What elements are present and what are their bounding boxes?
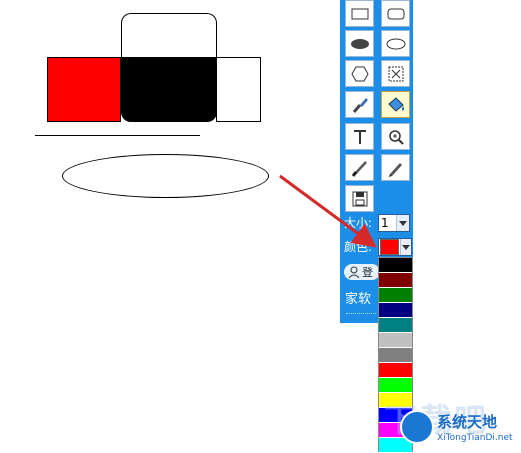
text-icon bbox=[353, 129, 366, 144]
size-select[interactable]: 1 bbox=[378, 214, 410, 232]
select-tool[interactable] bbox=[381, 60, 410, 87]
magnifier-icon bbox=[388, 129, 404, 145]
polygon-tool[interactable] bbox=[345, 60, 374, 87]
white-rectangle-shape bbox=[216, 57, 261, 122]
brush-icon bbox=[352, 97, 368, 113]
login-button[interactable]: 登 bbox=[344, 264, 380, 280]
red-rectangle-shape bbox=[47, 57, 121, 122]
text-tool[interactable] bbox=[345, 123, 374, 150]
pencil-tool[interactable] bbox=[381, 154, 410, 181]
ellipse-shape bbox=[62, 154, 269, 198]
paintbrush-icon bbox=[351, 160, 367, 177]
divider bbox=[346, 313, 376, 314]
paintbrush-tool[interactable] bbox=[345, 154, 374, 181]
rectangle-icon bbox=[351, 8, 368, 19]
color-option[interactable] bbox=[379, 318, 412, 333]
color-option[interactable] bbox=[379, 273, 412, 288]
line-shape bbox=[35, 135, 200, 136]
color-option[interactable] bbox=[379, 258, 412, 273]
paint-bucket-icon bbox=[387, 96, 404, 112]
color-option[interactable] bbox=[379, 363, 412, 378]
zoom-tool[interactable] bbox=[381, 123, 410, 150]
rectangle-tool[interactable] bbox=[345, 0, 374, 27]
current-color-swatch bbox=[380, 239, 399, 255]
chevron-down-icon bbox=[396, 215, 409, 231]
filled-ellipse-icon bbox=[350, 38, 369, 49]
select-icon bbox=[388, 66, 403, 81]
color-option[interactable] bbox=[379, 333, 412, 348]
drawing-canvas[interactable] bbox=[0, 0, 338, 452]
color-option[interactable] bbox=[379, 303, 412, 318]
color-option[interactable] bbox=[379, 348, 412, 363]
fill-tool[interactable] bbox=[381, 91, 410, 118]
hexagon-icon bbox=[350, 66, 369, 81]
size-value: 1 bbox=[381, 216, 389, 230]
color-option[interactable] bbox=[379, 288, 412, 303]
color-label: 颜色: bbox=[344, 240, 373, 254]
chevron-down-icon bbox=[399, 239, 411, 255]
watermark-subtitle: XiTongTianDi.net bbox=[437, 433, 513, 443]
rounded-rectangle-icon bbox=[387, 8, 404, 19]
save-tool[interactable] bbox=[345, 185, 374, 212]
filled-ellipse-tool[interactable] bbox=[345, 30, 374, 57]
black-rectangle-shape bbox=[121, 57, 217, 122]
color-option[interactable] bbox=[379, 378, 412, 393]
user-icon bbox=[348, 266, 360, 278]
rounded-rectangle-tool[interactable] bbox=[381, 0, 410, 27]
rounded-rectangle-shape bbox=[121, 13, 217, 58]
watermark-logo-icon bbox=[400, 410, 434, 444]
save-icon bbox=[352, 191, 367, 206]
pencil-icon bbox=[388, 162, 402, 177]
brush-tool[interactable] bbox=[345, 91, 374, 118]
ellipse-tool[interactable] bbox=[381, 30, 410, 57]
size-label: 大小: bbox=[344, 216, 373, 230]
color-select[interactable] bbox=[378, 238, 412, 256]
watermark-title: 系统天地 bbox=[437, 413, 498, 431]
ellipse-icon bbox=[386, 38, 405, 49]
login-label: 登 bbox=[362, 266, 373, 279]
bottom-link[interactable]: 家软 bbox=[345, 288, 371, 307]
